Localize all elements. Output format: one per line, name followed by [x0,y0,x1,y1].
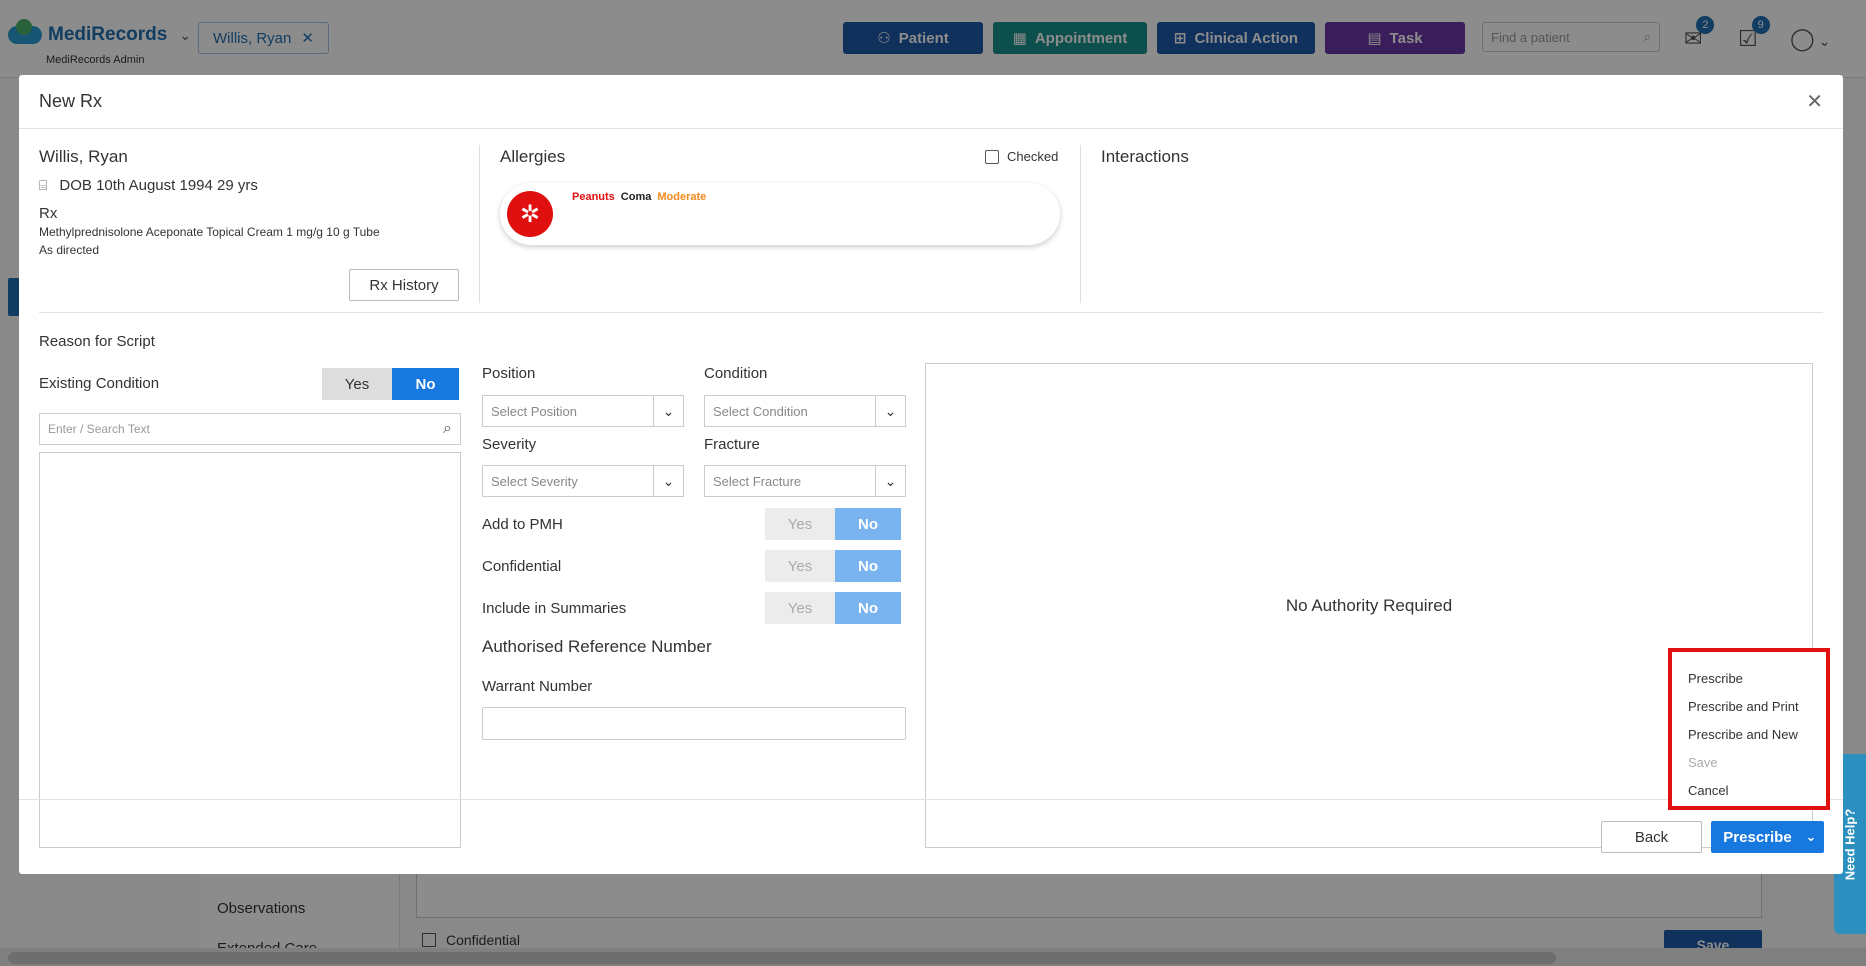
prescribe-dropdown-menu: Prescribe Prescribe and Print Prescribe … [1668,648,1830,810]
cake-icon: ⌸ [39,177,48,193]
allergy-severity: Moderate [657,191,707,203]
dob-text: DOB 10th August 1994 29 yrs [59,177,258,194]
allergen-molecule-icon: ✲ [507,191,553,237]
allergy-card[interactable]: ✲ Peanuts Coma Moderate [500,183,1060,245]
position-label: Position [482,365,536,382]
chevron-down-icon[interactable]: ⌄ [1798,829,1824,845]
include-in-summaries-label: Include in Summaries [482,600,627,617]
reason-heading: Reason for Script [39,333,155,350]
authority-text: No Authority Required [1285,595,1453,615]
condition-label: Condition [704,365,768,382]
chevron-down-icon[interactable]: ⌄ [653,396,683,426]
interactions-heading: Interactions [1101,147,1189,166]
chevron-down-icon[interactable]: ⌄ [653,466,683,496]
menu-item-save: Save [1688,754,1718,770]
allergies-heading: Allergies [500,147,566,166]
menu-item-cancel[interactable]: Cancel [1672,776,1826,804]
menu-item-prescribe[interactable]: Prescribe [1672,664,1826,692]
new-rx-modal: New Rx ✕ Willis, Ryan ⌸ DOB 10th August … [19,75,1843,874]
rx-history-button[interactable]: Rx History [349,269,459,301]
condition-search-input[interactable]: Enter / Search Text ⌕ [39,413,461,445]
severity-label: Severity [482,436,537,453]
patient-name: Willis, Ryan [39,147,128,166]
menu-item-prescribe-and-print[interactable]: Prescribe and Print [1672,692,1826,720]
add-to-pmh-no[interactable]: No [835,508,901,540]
fracture-label: Fracture [704,436,760,453]
include-in-summaries-no[interactable]: No [835,592,901,624]
footer-divider [19,799,1843,800]
search-icon[interactable]: ⌕ [443,420,452,438]
existing-condition-toggle[interactable]: Yes No [322,368,459,400]
rx-directions: As directed [39,243,100,257]
existing-condition-label: Existing Condition [39,375,160,392]
rx-drug: Methylprednisolone Aceponate Topical Cre… [39,225,380,239]
checkbox-box[interactable] [985,149,999,164]
prescribe-split-button[interactable]: Prescribe ⌄ [1711,821,1824,853]
condition-results-list[interactable] [39,452,461,848]
position-placeholder: Select Position [491,403,577,419]
add-to-pmh-yes[interactable]: Yes [765,508,835,540]
rx-heading: Rx [39,205,58,222]
existing-condition-yes[interactable]: Yes [322,368,392,400]
allergen-name: Peanuts [572,191,615,203]
column-divider [479,145,480,303]
position-select[interactable]: Select Position ⌄ [482,395,684,427]
dob-row: ⌸ DOB 10th August 1994 29 yrs [39,177,258,194]
confidential-no[interactable]: No [835,550,901,582]
chevron-down-icon[interactable]: ⌄ [875,466,905,496]
fracture-select[interactable]: Select Fracture ⌄ [704,465,906,497]
close-icon[interactable]: ✕ [1806,89,1823,114]
warrant-number-input[interactable] [482,707,906,740]
section-divider [39,312,1823,313]
include-in-summaries-toggle[interactable]: Yes No [765,592,901,624]
menu-item-prescribe-and-new[interactable]: Prescribe and New [1672,720,1826,748]
severity-placeholder: Select Severity [491,473,578,489]
prescribe-button-label[interactable]: Prescribe [1711,829,1798,846]
checked-label: Checked [1007,149,1059,164]
modal-title: New Rx [39,91,103,111]
existing-condition-no[interactable]: No [392,368,459,400]
condition-placeholder: Select Condition [713,403,808,419]
include-in-summaries-yes[interactable]: Yes [765,592,835,624]
need-help-label: Need Help? [1842,808,1858,880]
authorised-reference-number-heading: Authorised Reference Number [482,637,712,656]
column-divider [1080,145,1081,303]
back-button[interactable]: Back [1601,821,1702,853]
confidential-label: Confidential [482,558,562,575]
modal-header: New Rx ✕ [19,75,1843,129]
warrant-number-label: Warrant Number [482,678,593,695]
add-to-pmh-label: Add to PMH [482,516,563,533]
allergies-checked-checkbox[interactable]: Checked [985,149,1058,164]
confidential-yes[interactable]: Yes [765,550,835,582]
allergy-details: Peanuts Coma Moderate [572,191,706,203]
add-to-pmh-toggle[interactable]: Yes No [765,508,901,540]
chevron-down-icon[interactable]: ⌄ [875,396,905,426]
search-placeholder: Enter / Search Text [48,422,150,436]
confidential-toggle[interactable]: Yes No [765,550,901,582]
allergy-reaction: Coma [620,191,652,203]
severity-select[interactable]: Select Severity ⌄ [482,465,684,497]
condition-select[interactable]: Select Condition ⌄ [704,395,906,427]
fracture-placeholder: Select Fracture [713,473,802,489]
